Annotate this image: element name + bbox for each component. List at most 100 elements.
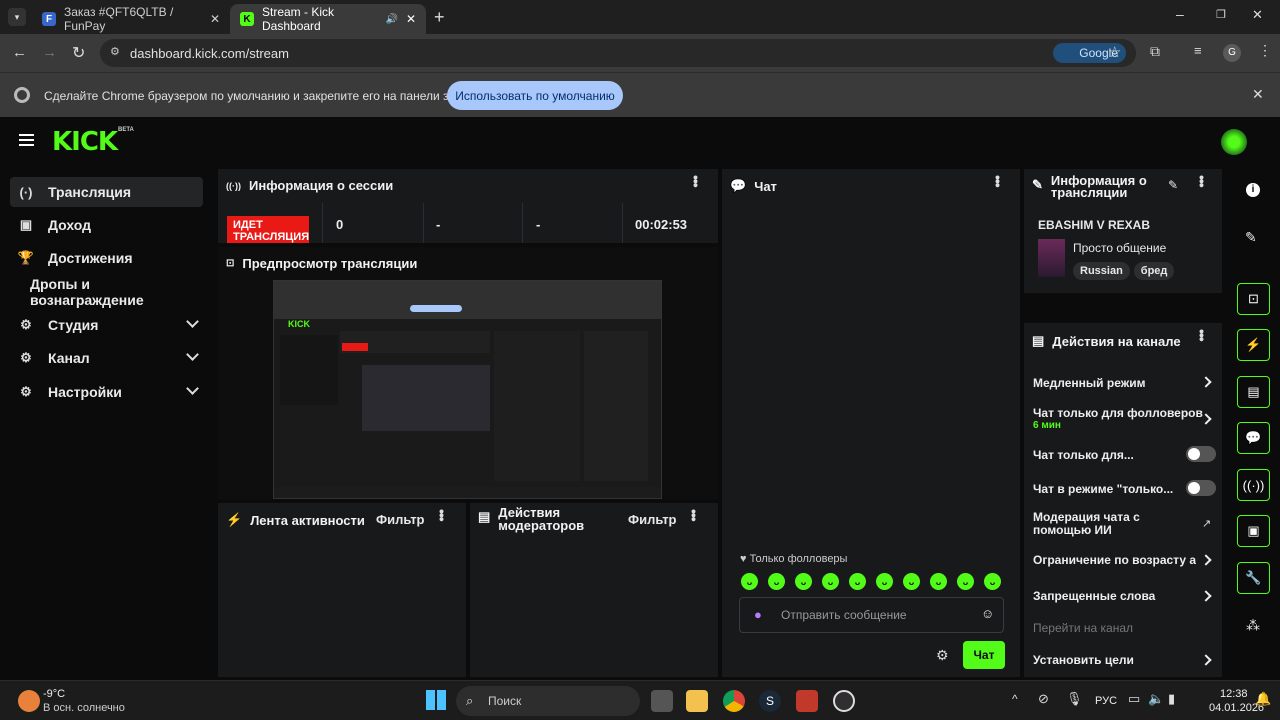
profile-avatar[interactable]: G — [1223, 44, 1241, 62]
subscribers-only-toggle[interactable] — [1186, 446, 1216, 462]
game-icon[interactable] — [796, 690, 818, 712]
panel-header: ✎ Информация о трансляции — [1032, 174, 1161, 199]
steam-icon[interactable]: S — [759, 690, 781, 712]
age-restriction-action[interactable]: Ограничение по возрасту ау — [1033, 553, 1196, 567]
more-widgets-icon[interactable]: ⁂ — [1246, 617, 1260, 634]
chat-bubble-icon: 💬 — [730, 178, 747, 193]
emote-icon[interactable]: ᴗ — [876, 573, 893, 590]
tab-kick-dashboard[interactable]: K Stream - Kick Dashboard 🔊 ✕ — [230, 4, 426, 34]
nav-drops[interactable]: Дропы и вознаграждение — [10, 276, 203, 308]
use-as-default-button[interactable]: Использовать по умолчанию — [447, 81, 623, 110]
file-explorer-icon[interactable] — [686, 690, 708, 712]
more-options-icon[interactable]: ••• — [990, 175, 1006, 187]
info-icon[interactable]: i — [1246, 183, 1260, 197]
slow-mode-action[interactable]: Медленный режим — [1033, 376, 1146, 390]
edit-stream-info-icon[interactable]: ✎ — [1168, 178, 1178, 192]
show-hidden-icons[interactable]: ^ — [1012, 692, 1018, 706]
close-infobar-icon[interactable]: ✕ — [1252, 86, 1264, 103]
chat-input[interactable]: ● Отправить сообщение ☺ — [739, 597, 1004, 633]
notifications-icon[interactable]: 🔔 — [1255, 691, 1271, 707]
user-avatar[interactable] — [1221, 129, 1247, 155]
emote-icon[interactable]: ᴗ — [984, 573, 1001, 590]
session-widget-button[interactable]: ((·)) — [1237, 469, 1270, 501]
edit-layout-icon[interactable]: ✎ — [1245, 229, 1257, 246]
media-control-icon[interactable]: ≡ — [1194, 43, 1202, 58]
site-info-icon[interactable]: ⚙ — [110, 45, 120, 58]
emote-icon[interactable]: ᴗ — [849, 573, 866, 590]
extensions-icon[interactable]: ⧉ — [1150, 43, 1160, 60]
minimize-window-icon[interactable]: – — [1176, 6, 1184, 22]
notes-widget-button[interactable]: ▤ — [1237, 376, 1270, 408]
emote-icon[interactable]: ᴗ — [930, 573, 947, 590]
emoji-picker-icon[interactable]: ☺ — [981, 606, 994, 621]
clock-time[interactable]: 12:38 — [1220, 688, 1248, 700]
microphone-icon[interactable]: ● — [754, 607, 762, 622]
send-chat-button[interactable]: Чат — [963, 641, 1005, 669]
filter-button[interactable]: Фильтр — [376, 512, 425, 527]
emote-icon[interactable]: ᴗ — [957, 573, 974, 590]
more-options-icon[interactable]: ••• — [1194, 175, 1210, 187]
microphone-tray-icon[interactable]: 🎙 — [1066, 691, 1083, 707]
nav-channel[interactable]: ⚙ Канал — [10, 343, 203, 373]
emote-only-toggle[interactable] — [1186, 480, 1216, 496]
taskbar-search[interactable]: ⌕ Поиск — [456, 686, 640, 716]
input-language[interactable]: РУС — [1095, 695, 1117, 707]
nav-stream[interactable]: (·) Трансляция — [10, 177, 203, 207]
more-options-icon[interactable]: ••• — [1194, 329, 1210, 341]
back-icon[interactable]: ← — [12, 44, 27, 61]
bookmark-star-icon[interactable]: ☆ — [1108, 43, 1121, 61]
display-icon[interactable]: ▭ — [1128, 691, 1140, 707]
new-tab-button[interactable]: + — [434, 7, 445, 28]
channel-actions-icon: ▤ — [1032, 333, 1045, 348]
forward-icon[interactable]: → — [42, 44, 57, 61]
ai-moderation-action[interactable]: Модерация чата с помощью ИИ — [1033, 511, 1163, 537]
browser-menu-icon[interactable]: ⋮ — [1258, 42, 1272, 59]
more-options-icon[interactable]: ••• — [434, 509, 450, 521]
close-window-icon[interactable]: ✕ — [1252, 7, 1263, 23]
emote-icon[interactable]: ᴗ — [768, 573, 785, 590]
volume-icon[interactable]: 🔈 — [1148, 691, 1164, 707]
followers-only-action[interactable]: Чат только для фолловеров 6 мин — [1033, 406, 1203, 431]
task-view-icon[interactable] — [651, 690, 673, 712]
preview-widget-button[interactable]: ⊡ — [1237, 283, 1270, 315]
windows-start-icon[interactable] — [426, 690, 446, 710]
battery-icon[interactable]: ▮ — [1168, 691, 1175, 707]
obs-icon[interactable] — [833, 690, 855, 712]
more-options-icon[interactable]: ••• — [686, 509, 702, 521]
go-to-channel-action[interactable]: Перейти на канал — [1033, 621, 1133, 635]
nav-settings[interactable]: ⚙ Настройки — [10, 377, 203, 407]
emote-icon[interactable]: ᴗ — [903, 573, 920, 590]
set-goals-action[interactable]: Установить цели — [1033, 653, 1134, 667]
preview-browser-chrome — [274, 281, 661, 319]
close-tab-icon[interactable]: ✕ — [406, 12, 416, 26]
emote-icon[interactable]: ᴗ — [741, 573, 758, 590]
close-tab-icon[interactable]: ✕ — [210, 12, 220, 26]
reload-icon[interactable]: ↻ — [72, 43, 85, 63]
restore-window-icon[interactable]: ❐ — [1216, 8, 1226, 21]
stream-info-panel: ✎ Информация о трансляции ✎ ••• EBASHIM V… — [1024, 169, 1222, 293]
weather-icon[interactable] — [18, 690, 40, 712]
nav-income[interactable]: ▣ Доход — [10, 210, 203, 240]
chat-widget-button[interactable]: 💬 — [1237, 422, 1270, 454]
hamburger-menu-icon[interactable] — [19, 134, 34, 146]
chat-settings-gear-icon[interactable]: ⚙ — [936, 647, 949, 664]
stream-preview-video[interactable]: KICK — [273, 280, 662, 499]
filter-button[interactable]: Фильтр — [628, 512, 677, 527]
kick-logo[interactable]: KICK — [52, 127, 118, 157]
nav-achievements[interactable]: 🏆 Достижения — [10, 243, 203, 273]
chrome-taskbar-icon[interactable] — [723, 690, 745, 712]
nav-studio[interactable]: ⚙ Студия — [10, 310, 203, 340]
address-bar[interactable]: ⚙ dashboard.kick.com/stream Google — [100, 39, 1136, 67]
audio-playing-icon[interactable]: 🔊 — [385, 14, 397, 25]
activity-widget-button[interactable]: ⚡ — [1237, 329, 1270, 361]
stat-divider — [622, 203, 623, 243]
tab-funpay[interactable]: F Заказ #QFT6QLTB / FunPay ✕ — [32, 4, 230, 34]
banned-words-action[interactable]: Запрещенные слова — [1033, 589, 1155, 603]
more-options-icon[interactable]: ••• — [688, 175, 704, 187]
mod-actions-widget-button[interactable]: ▣ — [1237, 515, 1270, 547]
emote-icon[interactable]: ᴗ — [822, 573, 839, 590]
tab-list-dropdown[interactable]: ▾ — [8, 8, 26, 26]
emote-icon[interactable]: ᴗ — [795, 573, 812, 590]
network-off-icon[interactable]: ⊘ — [1038, 691, 1049, 707]
tools-widget-button[interactable]: 🔧 — [1237, 562, 1270, 594]
